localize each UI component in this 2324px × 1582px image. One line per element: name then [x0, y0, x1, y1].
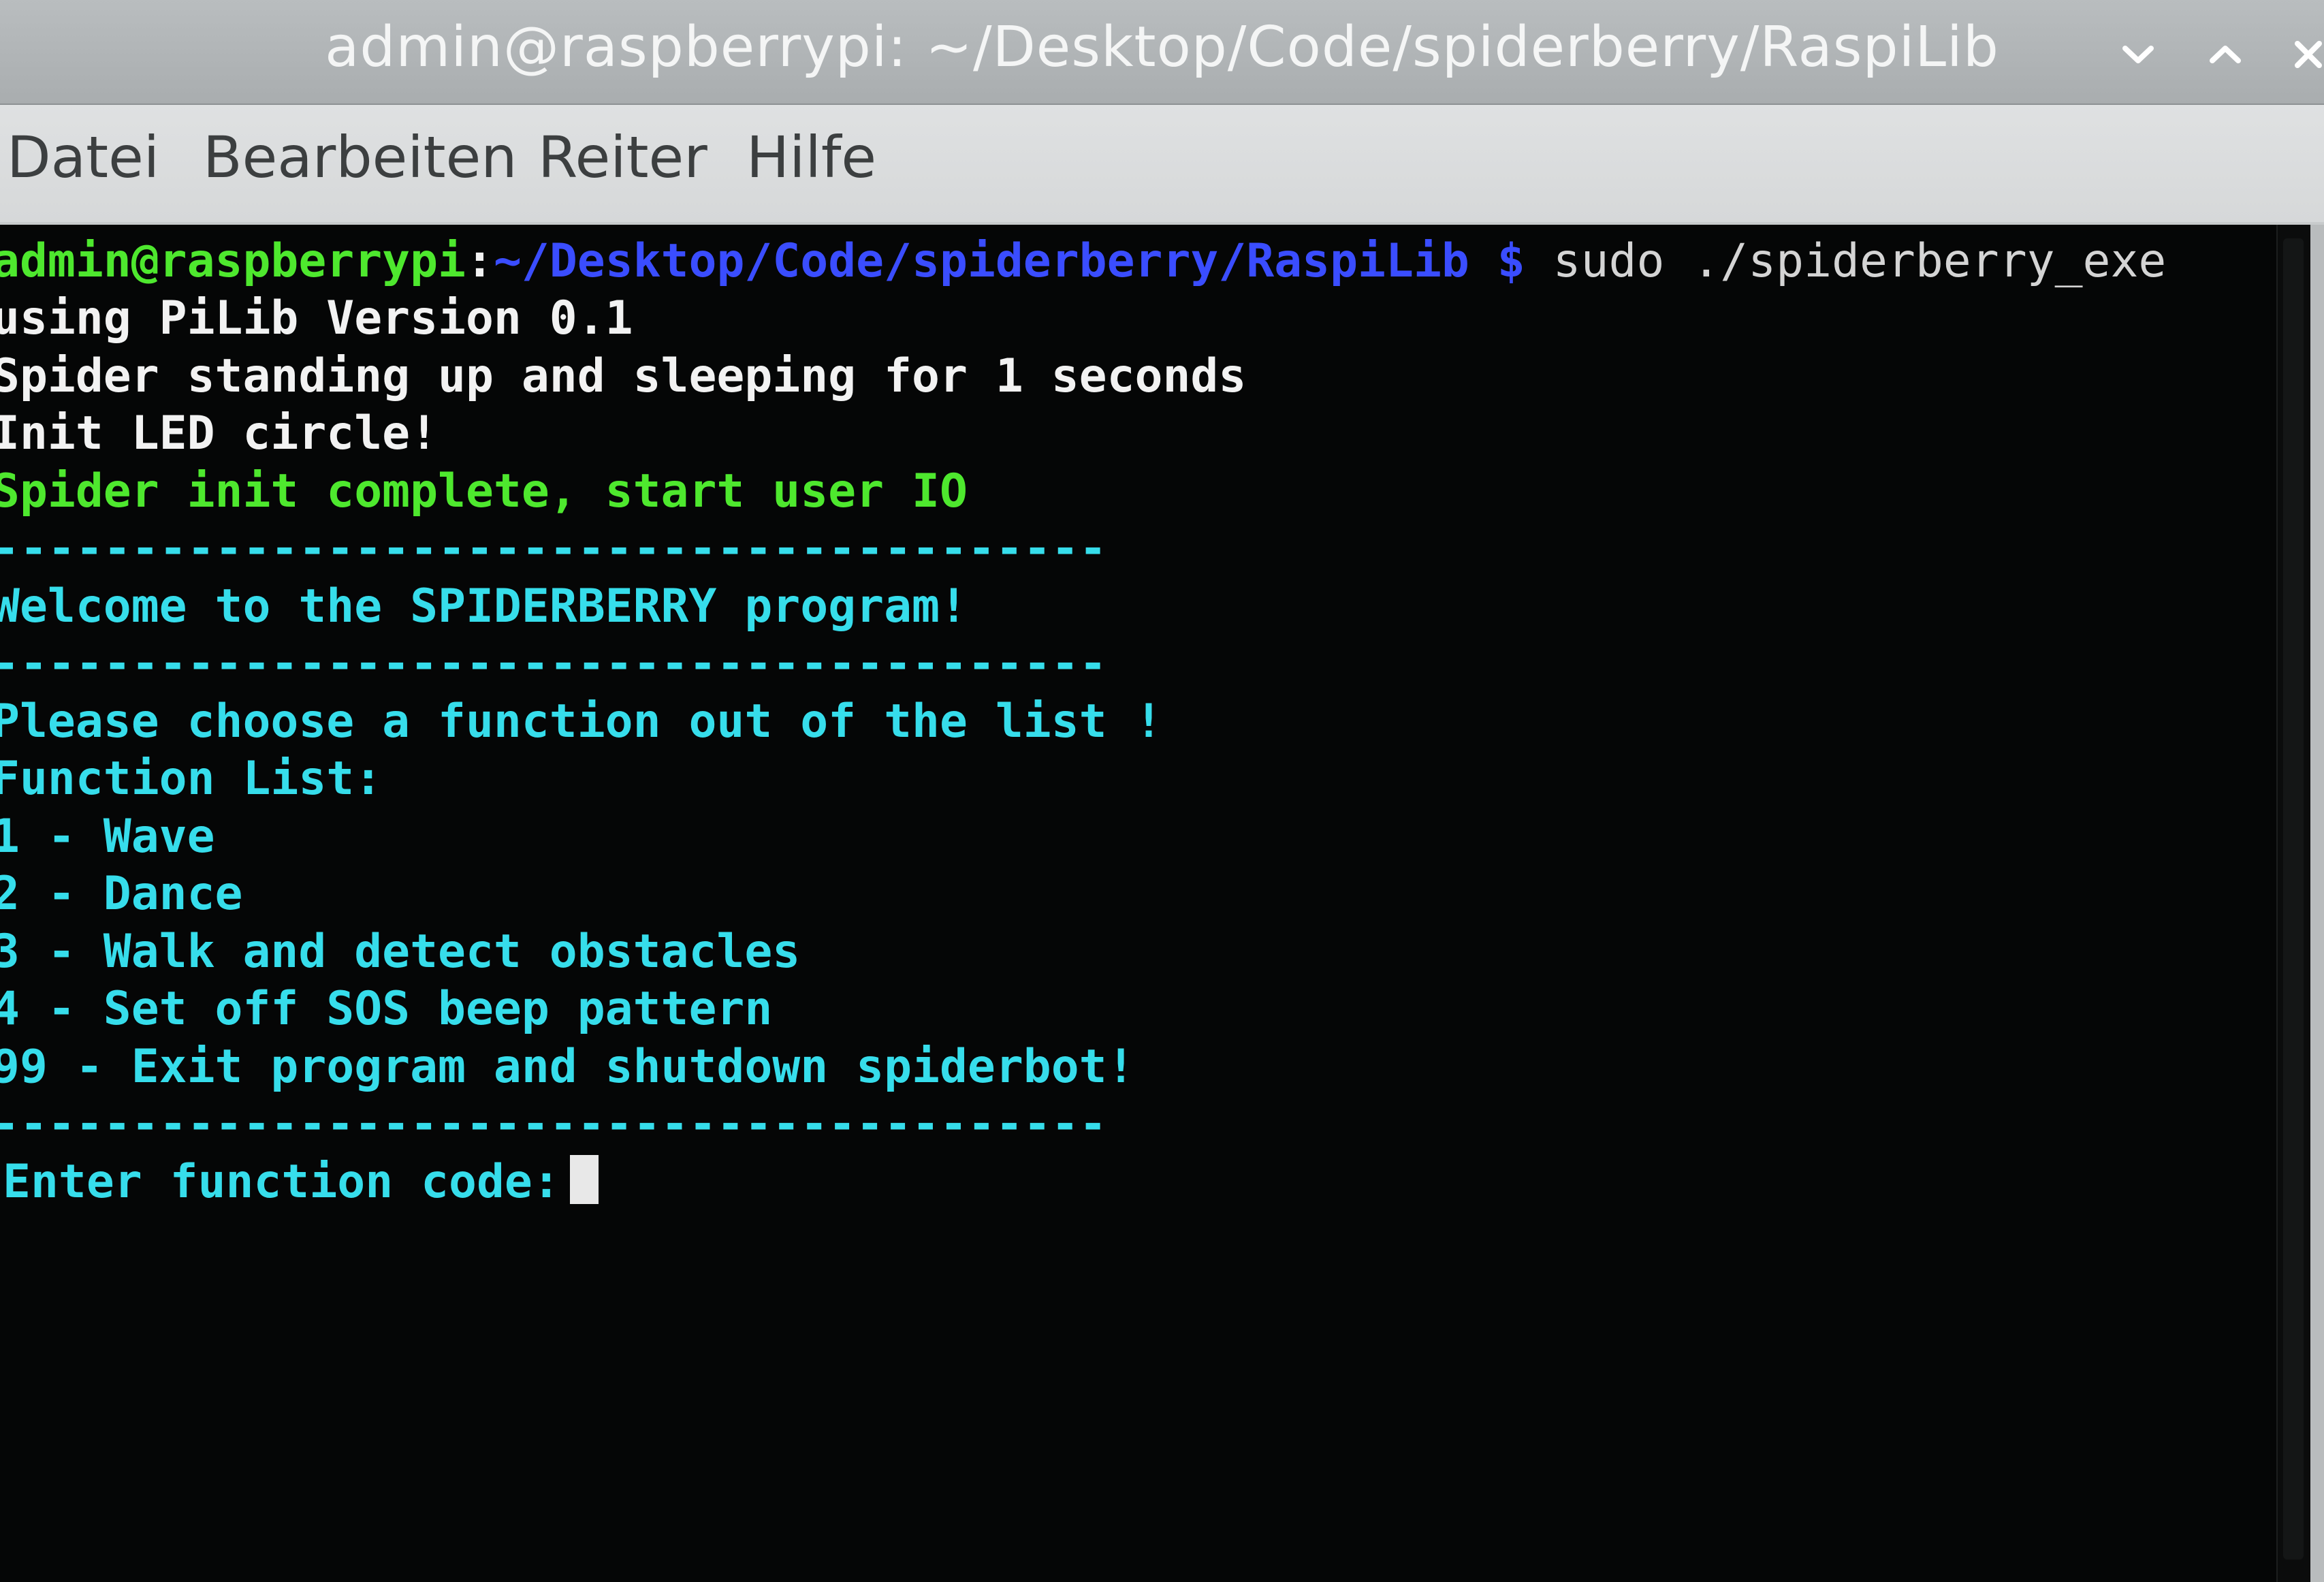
chevron-down-icon[interactable] [2111, 27, 2165, 82]
window-border [2310, 225, 2324, 1582]
welcome-line: Welcome to the SPIDERBERRY program! [0, 580, 968, 633]
prompt-command: sudo ./spiderberry_exe [1553, 234, 2167, 288]
terminal-output[interactable]: admin@raspberrypi:~/Desktop/Code/spiderb… [0, 225, 2310, 1582]
prompt-line: admin@raspberrypi:~/Desktop/Code/spiderb… [0, 233, 2166, 290]
output-line: using PiLib Version 0.1 [0, 291, 633, 345]
output-line: Spider standing up and sleeping for 1 se… [0, 349, 1247, 403]
prompt-separator: : [465, 234, 494, 288]
prompt-path: ~/Desktop/Code/spiderberry/RaspiLib $ [493, 234, 1525, 288]
prompt-user: admin@raspberrypi [0, 234, 466, 288]
divider-line: ---------------------------------------- [0, 1097, 1107, 1151]
input-prompt: Enter function code: [3, 1155, 560, 1209]
close-icon[interactable] [2281, 27, 2324, 82]
terminal-window: admin@raspberrypi: ~/Desktop/Code/spider… [0, 0, 2324, 1582]
terminal-scrollbar[interactable] [2276, 225, 2312, 1582]
input-line[interactable]: Enter function code: [3, 1154, 599, 1211]
instruction-line: Please choose a function out of the list… [0, 695, 1163, 748]
divider-line: ---------------------------------------- [0, 522, 1107, 575]
divider-line: ---------------------------------------- [0, 637, 1107, 691]
function-option: 4 - Set off SOS beep pattern [0, 982, 773, 1036]
menu-item-reiter[interactable]: Reiter [538, 124, 707, 191]
chevron-up-icon[interactable] [2198, 27, 2253, 82]
function-list-heading: Function List: [0, 752, 383, 806]
function-option: 2 - Dance [0, 867, 243, 921]
window-title: admin@raspberrypi: ~/Desktop/Code/spider… [325, 15, 1999, 80]
text-cursor [569, 1155, 599, 1204]
function-option: 3 - Walk and detect obstacles [0, 925, 801, 979]
menu-item-bearbeiten[interactable]: Bearbeiten [203, 124, 518, 191]
function-option: 1 - Wave [0, 810, 215, 864]
menu-bar: Datei Bearbeiten Reiter Hilfe [0, 105, 2324, 222]
title-bar[interactable]: admin@raspberrypi: ~/Desktop/Code/spider… [0, 0, 2324, 105]
function-option: 99 - Exit program and shutdown spiderbot… [0, 1040, 1135, 1094]
scrollbar-thumb[interactable] [2283, 238, 2304, 1560]
output-line: Init LED circle! [0, 407, 439, 460]
status-line: Spider init complete, start user IO [0, 464, 968, 518]
menu-item-hilfe[interactable]: Hilfe [746, 124, 876, 191]
menu-item-datei[interactable]: Datei [7, 124, 159, 191]
